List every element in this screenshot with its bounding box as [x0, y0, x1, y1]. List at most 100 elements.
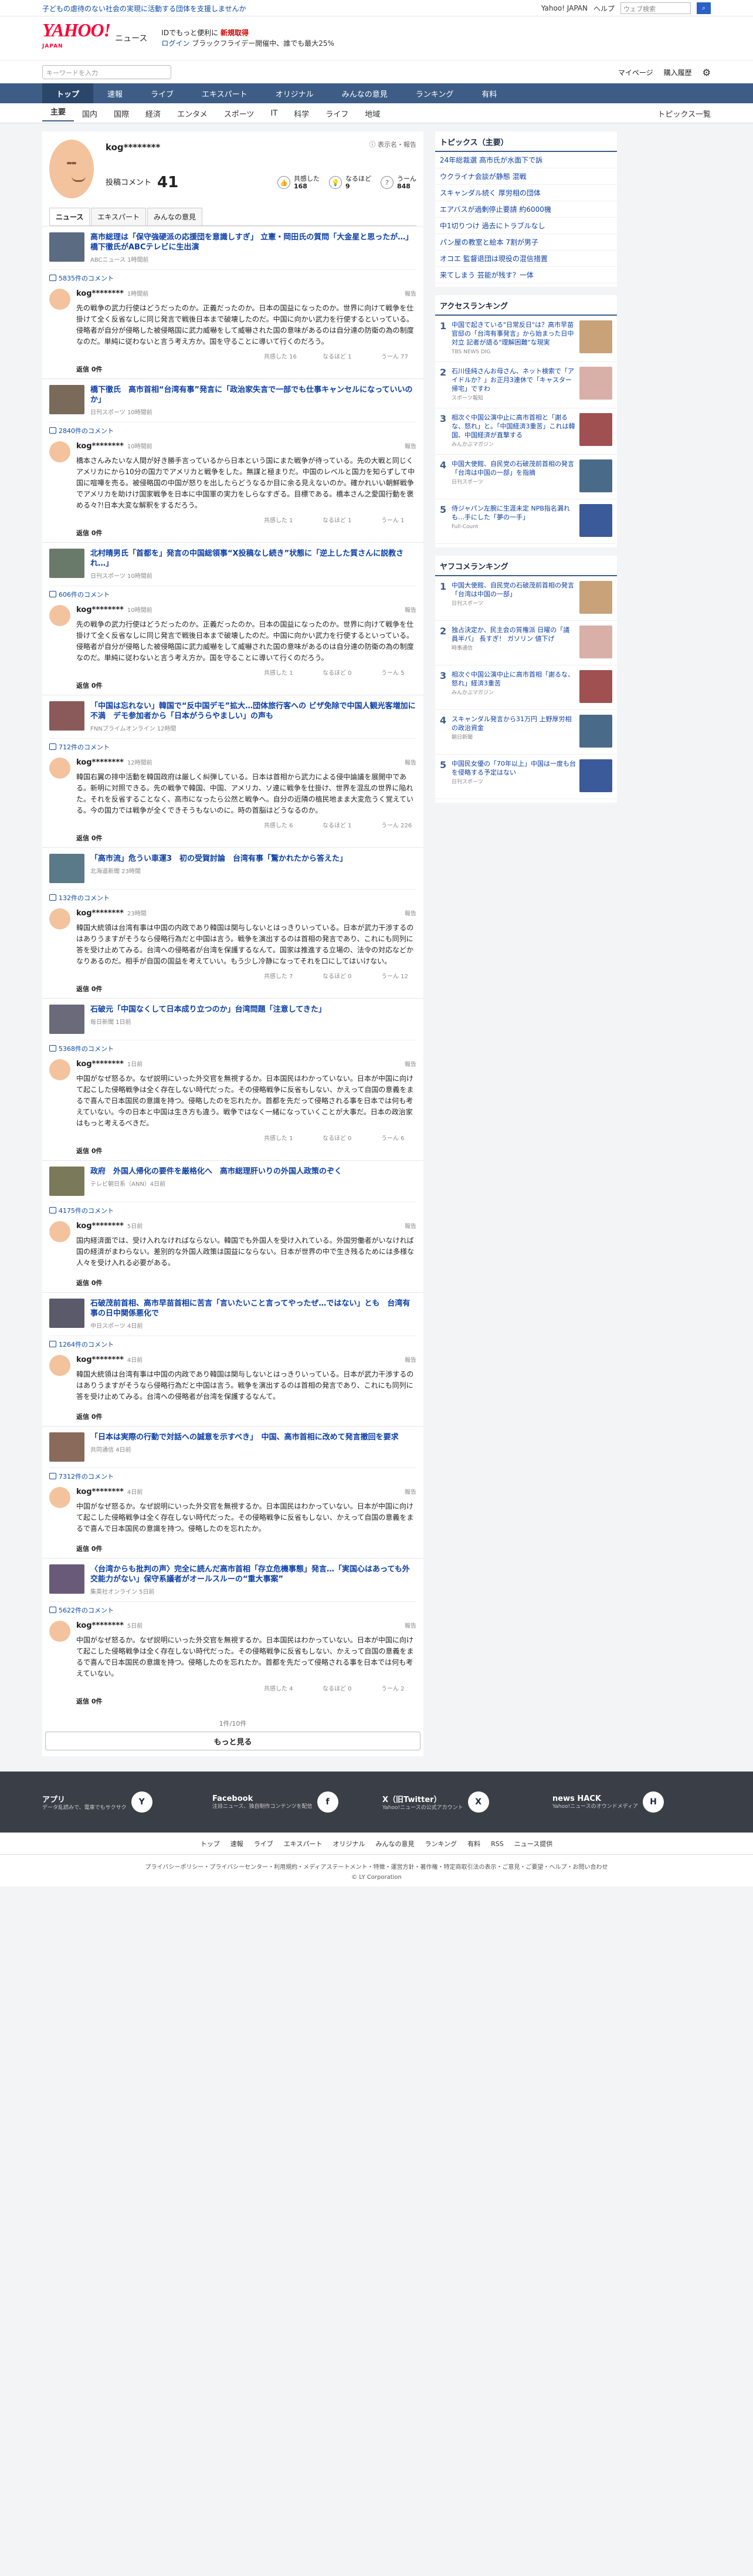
footer-link[interactable]: ニュース提供 — [514, 1839, 552, 1848]
rank-title[interactable]: 中国大使館、自民党の石破茂前首相の発言「台湾は中国の一部」 — [452, 582, 574, 598]
reply-toggle[interactable]: 返信 0件 — [76, 833, 416, 843]
article-link[interactable]: 「中国は忘れない」韓国で“反中国デモ”拡大…団体旅行客への ビザ免除で中国人観光… — [49, 701, 416, 732]
mypage-link[interactable]: マイページ — [618, 67, 653, 77]
web-search-button[interactable]: ⌕ — [697, 2, 711, 14]
reply-toggle[interactable]: 返信 0件 — [76, 681, 416, 690]
ranking-item[interactable]: 4 スキャンダル発言から31万円 上野厚労相の政治資金 朝日新聞 — [435, 710, 617, 755]
yahoo-japan-link[interactable]: Yahoo! JAPAN — [541, 4, 588, 12]
comment-count-link[interactable]: 132件のコメント — [49, 889, 416, 902]
ranking-item[interactable]: 1 中国大使館、自民党の石破茂前首相の発言「台湾は中国の一部」 日刊スポーツ — [435, 576, 617, 621]
footer-legal[interactable]: プライバシーポリシー・プライバシーセンター・利用規約・メディアステートメント・特… — [0, 1855, 753, 1873]
reply-toggle[interactable]: 返信 0件 — [76, 1146, 416, 1155]
article-title[interactable]: 政府 外国人帰化の要件を厳格化へ 高市総理肝いりの外国人政策のぞく — [90, 1167, 342, 1177]
footer-social-item[interactable]: アプリ データ乱読みで、電車でもサクサク Y — [42, 1791, 195, 1813]
insight-button[interactable]: なるほど 1 — [323, 822, 358, 830]
article-title[interactable]: 〈台湾からも批判の声〉完全に読んだ高市首相「存立危機事態」発言…「実国心はあって… — [90, 1564, 416, 1584]
tab-expert[interactable]: エキスパート — [91, 208, 147, 225]
rank-title[interactable]: 石川佳純さんお母さん、ネット検索で「アイドルか？」お正月3連休で「キャスター帰宅… — [452, 367, 574, 393]
empathy-button[interactable]: 共感した 1 — [264, 1135, 299, 1142]
article-link[interactable]: 政府 外国人帰化の要件を厳格化へ 高市総理肝いりの外国人政策のぞく テレビ朝日系… — [49, 1167, 416, 1196]
topic-item[interactable]: 24年総裁選 高市氏が水面下で訴 — [435, 152, 617, 168]
rank-title[interactable]: 中国大使館、自民党の石破茂前首相の発言「台湾は中国の一部」を指摘 — [452, 460, 574, 476]
insight-button[interactable]: なるほど 0 — [323, 1685, 358, 1693]
footer-social-item[interactable]: news HACK Yahoo!ニュースのオウンドメディア H — [552, 1791, 705, 1813]
cat-world[interactable]: 国際 — [106, 108, 137, 119]
footer-link[interactable]: ライブ — [254, 1839, 273, 1848]
insight-button[interactable]: なるほど 0 — [323, 670, 358, 677]
ranking-item[interactable]: 4 中国大使館、自民党の石破茂前首相の発言「台湾は中国の一部」を指摘 日刊スポーツ — [435, 455, 617, 499]
rank-title[interactable]: 相次ぐ中国公演中止に高市首相と「謝るな、怒れ」と。「中国経済3重苦」これは韓国、… — [452, 414, 575, 439]
topic-item[interactable]: オコエ 監督退団は現役の混信措置 — [435, 251, 617, 267]
ranking-item[interactable]: 2 石川佳純さんお母さん、ネット検索で「アイドルか？」お正月3連休で「キャスター帰… — [435, 362, 617, 408]
nav-expert[interactable]: エキスパート — [188, 83, 262, 103]
rank-title[interactable]: 中国民女優の「70年以上」中国は一度も台を侵略する予定はない — [452, 760, 576, 776]
hmm-button[interactable]: うーん 6 — [381, 1135, 416, 1142]
reply-toggle[interactable]: 返信 0件 — [76, 1544, 416, 1553]
topic-item[interactable]: エアバスが過剰停止要請 約6000機 — [435, 201, 617, 218]
report-link[interactable]: 報告 — [405, 758, 416, 767]
insight-button[interactable]: なるほど 1 — [323, 517, 358, 525]
article-link[interactable]: 「日本は実際の行動で対話への誠意を示すべき」 中国、高市首相に改めて発言撤回を要… — [49, 1432, 416, 1462]
cat-science[interactable]: 科学 — [286, 108, 317, 119]
article-title[interactable]: 石破茂前首相、高市早苗首相に苦言「言いたいこと言ってやったぜ…ではない」とも 台… — [90, 1299, 416, 1319]
ranking-item[interactable]: 2 独占決定か、民主会の質権派 日曜の「議員半パ」 長すぎ！ ガソリン 値下げ 時事… — [435, 621, 617, 665]
yahoo-logo[interactable]: YAHOO! JAPAN — [42, 21, 111, 55]
comment-count-link[interactable]: 7312件のコメント — [49, 1468, 416, 1481]
nav-original[interactable]: オリジナル — [262, 83, 328, 103]
nav-breaking[interactable]: 速報 — [93, 83, 137, 103]
article-link[interactable]: 北村晴男氏「首都を」発言の中国総領事“X投稿なし続き”状態に「逆上した質さんに説… — [49, 549, 416, 580]
report-link[interactable]: 報告 — [403, 141, 416, 148]
rank-title[interactable]: 独占決定か、民主会の質権派 日曜の「議員半パ」 長すぎ！ ガソリン 値下げ — [452, 626, 569, 643]
help-link[interactable]: ヘルプ — [593, 4, 615, 13]
nav-live[interactable]: ライブ — [137, 83, 188, 103]
topic-item[interactable]: ウクライナ会談が静態 混戦 — [435, 168, 617, 185]
display-name-option[interactable]: ⓘ 表示名・ — [369, 141, 404, 148]
comment-count-link[interactable]: 5622件のコメント — [49, 1601, 416, 1615]
nav-top[interactable]: トップ — [42, 83, 94, 103]
article-link[interactable]: 「高市流」危うい車運3 初の受賀討論 台湾有事「驚かれたから答えた」 北海道新聞… — [49, 854, 416, 883]
tab-opinion[interactable]: みんなの意見 — [147, 208, 203, 225]
hmm-button[interactable]: うーん 12 — [381, 973, 416, 981]
comment-count-link[interactable]: 4175件のコメント — [49, 1202, 416, 1215]
footer-link[interactable]: みんなの意見 — [375, 1839, 414, 1848]
article-title[interactable]: 高市総理は「保守強硬派の応援団を意識しすぎ」 立憲・岡田氏の質問「大金星と思った… — [90, 232, 416, 252]
report-link[interactable]: 報告 — [405, 1621, 416, 1630]
article-link[interactable]: 石破茂前首相、高市早苗首相に苦言「言いたいこと言ってやったぜ…ではない」とも 台… — [49, 1299, 416, 1330]
ranking-item[interactable]: 1 中国で起きている"日常反日"は？高市早苗官邸の「台湾有事発言」から始まった日中… — [435, 316, 617, 362]
rank-title[interactable]: スキャンダル発言から31万円 上野厚労相の政治資金 — [452, 715, 572, 732]
footer-link[interactable]: オリジナル — [333, 1839, 365, 1848]
comment-user[interactable]: kog******** — [76, 289, 124, 298]
comment-count-link[interactable]: 5368件のコメント — [49, 1040, 416, 1053]
reply-toggle[interactable]: 返信 0件 — [76, 364, 416, 374]
empathy-button[interactable]: 共感した 1 — [264, 517, 299, 525]
footer-link[interactable]: エキスパート — [284, 1839, 323, 1848]
comment-count-link[interactable]: 712件のコメント — [49, 738, 416, 752]
cat-life[interactable]: ライフ — [317, 108, 357, 119]
footer-social-item[interactable]: Facebook 注目ニュース、独自制作コンテンツを配信 f — [212, 1791, 365, 1813]
ranking-item[interactable]: 3 相次ぐ中国公演中止に高市首相「謝るな、怒れ」経済3重苦 みんかぶマガジン — [435, 665, 617, 710]
empathy-button[interactable]: 共感した 4 — [264, 1685, 299, 1693]
empathy-button[interactable]: 共感した 1 — [264, 670, 299, 677]
footer-social-item[interactable]: X（旧Twitter） Yahoo!ニュースの公式アカウント X — [382, 1791, 535, 1813]
cat-main[interactable]: 主要 — [42, 106, 74, 121]
report-link[interactable]: 報告 — [405, 289, 416, 298]
cat-economy[interactable]: 経済 — [137, 108, 169, 119]
comment-user[interactable]: kog******** — [76, 1060, 124, 1069]
article-title[interactable]: 「高市流」危うい車運3 初の受賀討論 台湾有事「驚かれたから答えた」 — [90, 854, 347, 864]
gear-icon[interactable]: ⚙ — [703, 67, 711, 78]
signup-link[interactable]: 新規取得 — [221, 29, 249, 37]
comment-user[interactable]: kog******** — [76, 1355, 124, 1364]
article-link[interactable]: 橋下徹氏 高市首相“台湾有事”発言に「政治家失言で一部でも仕事キャンセルになって… — [49, 385, 416, 416]
empathy-button[interactable]: 共感した 16 — [264, 353, 299, 361]
footer-link[interactable]: トップ — [201, 1839, 220, 1848]
comment-user[interactable]: kog******** — [76, 606, 124, 614]
comment-user[interactable]: kog******** — [76, 909, 124, 918]
reply-toggle[interactable]: 返信 0件 — [76, 1696, 416, 1706]
cat-it[interactable]: IT — [262, 109, 286, 118]
footer-link[interactable]: ランキング — [425, 1839, 457, 1848]
insight-button[interactable]: なるほど 0 — [323, 1135, 358, 1142]
topic-item[interactable]: スキャンダル続く 厚労相の団体 — [435, 185, 617, 201]
ranking-item[interactable]: 5 侍ジャパン左腕に生涯未定 NPB指名漏れも…手にした「夢の一手」 Full-Co… — [435, 499, 617, 544]
reply-toggle[interactable]: 返信 0件 — [76, 1412, 416, 1421]
comment-user[interactable]: kog******** — [76, 1488, 124, 1496]
